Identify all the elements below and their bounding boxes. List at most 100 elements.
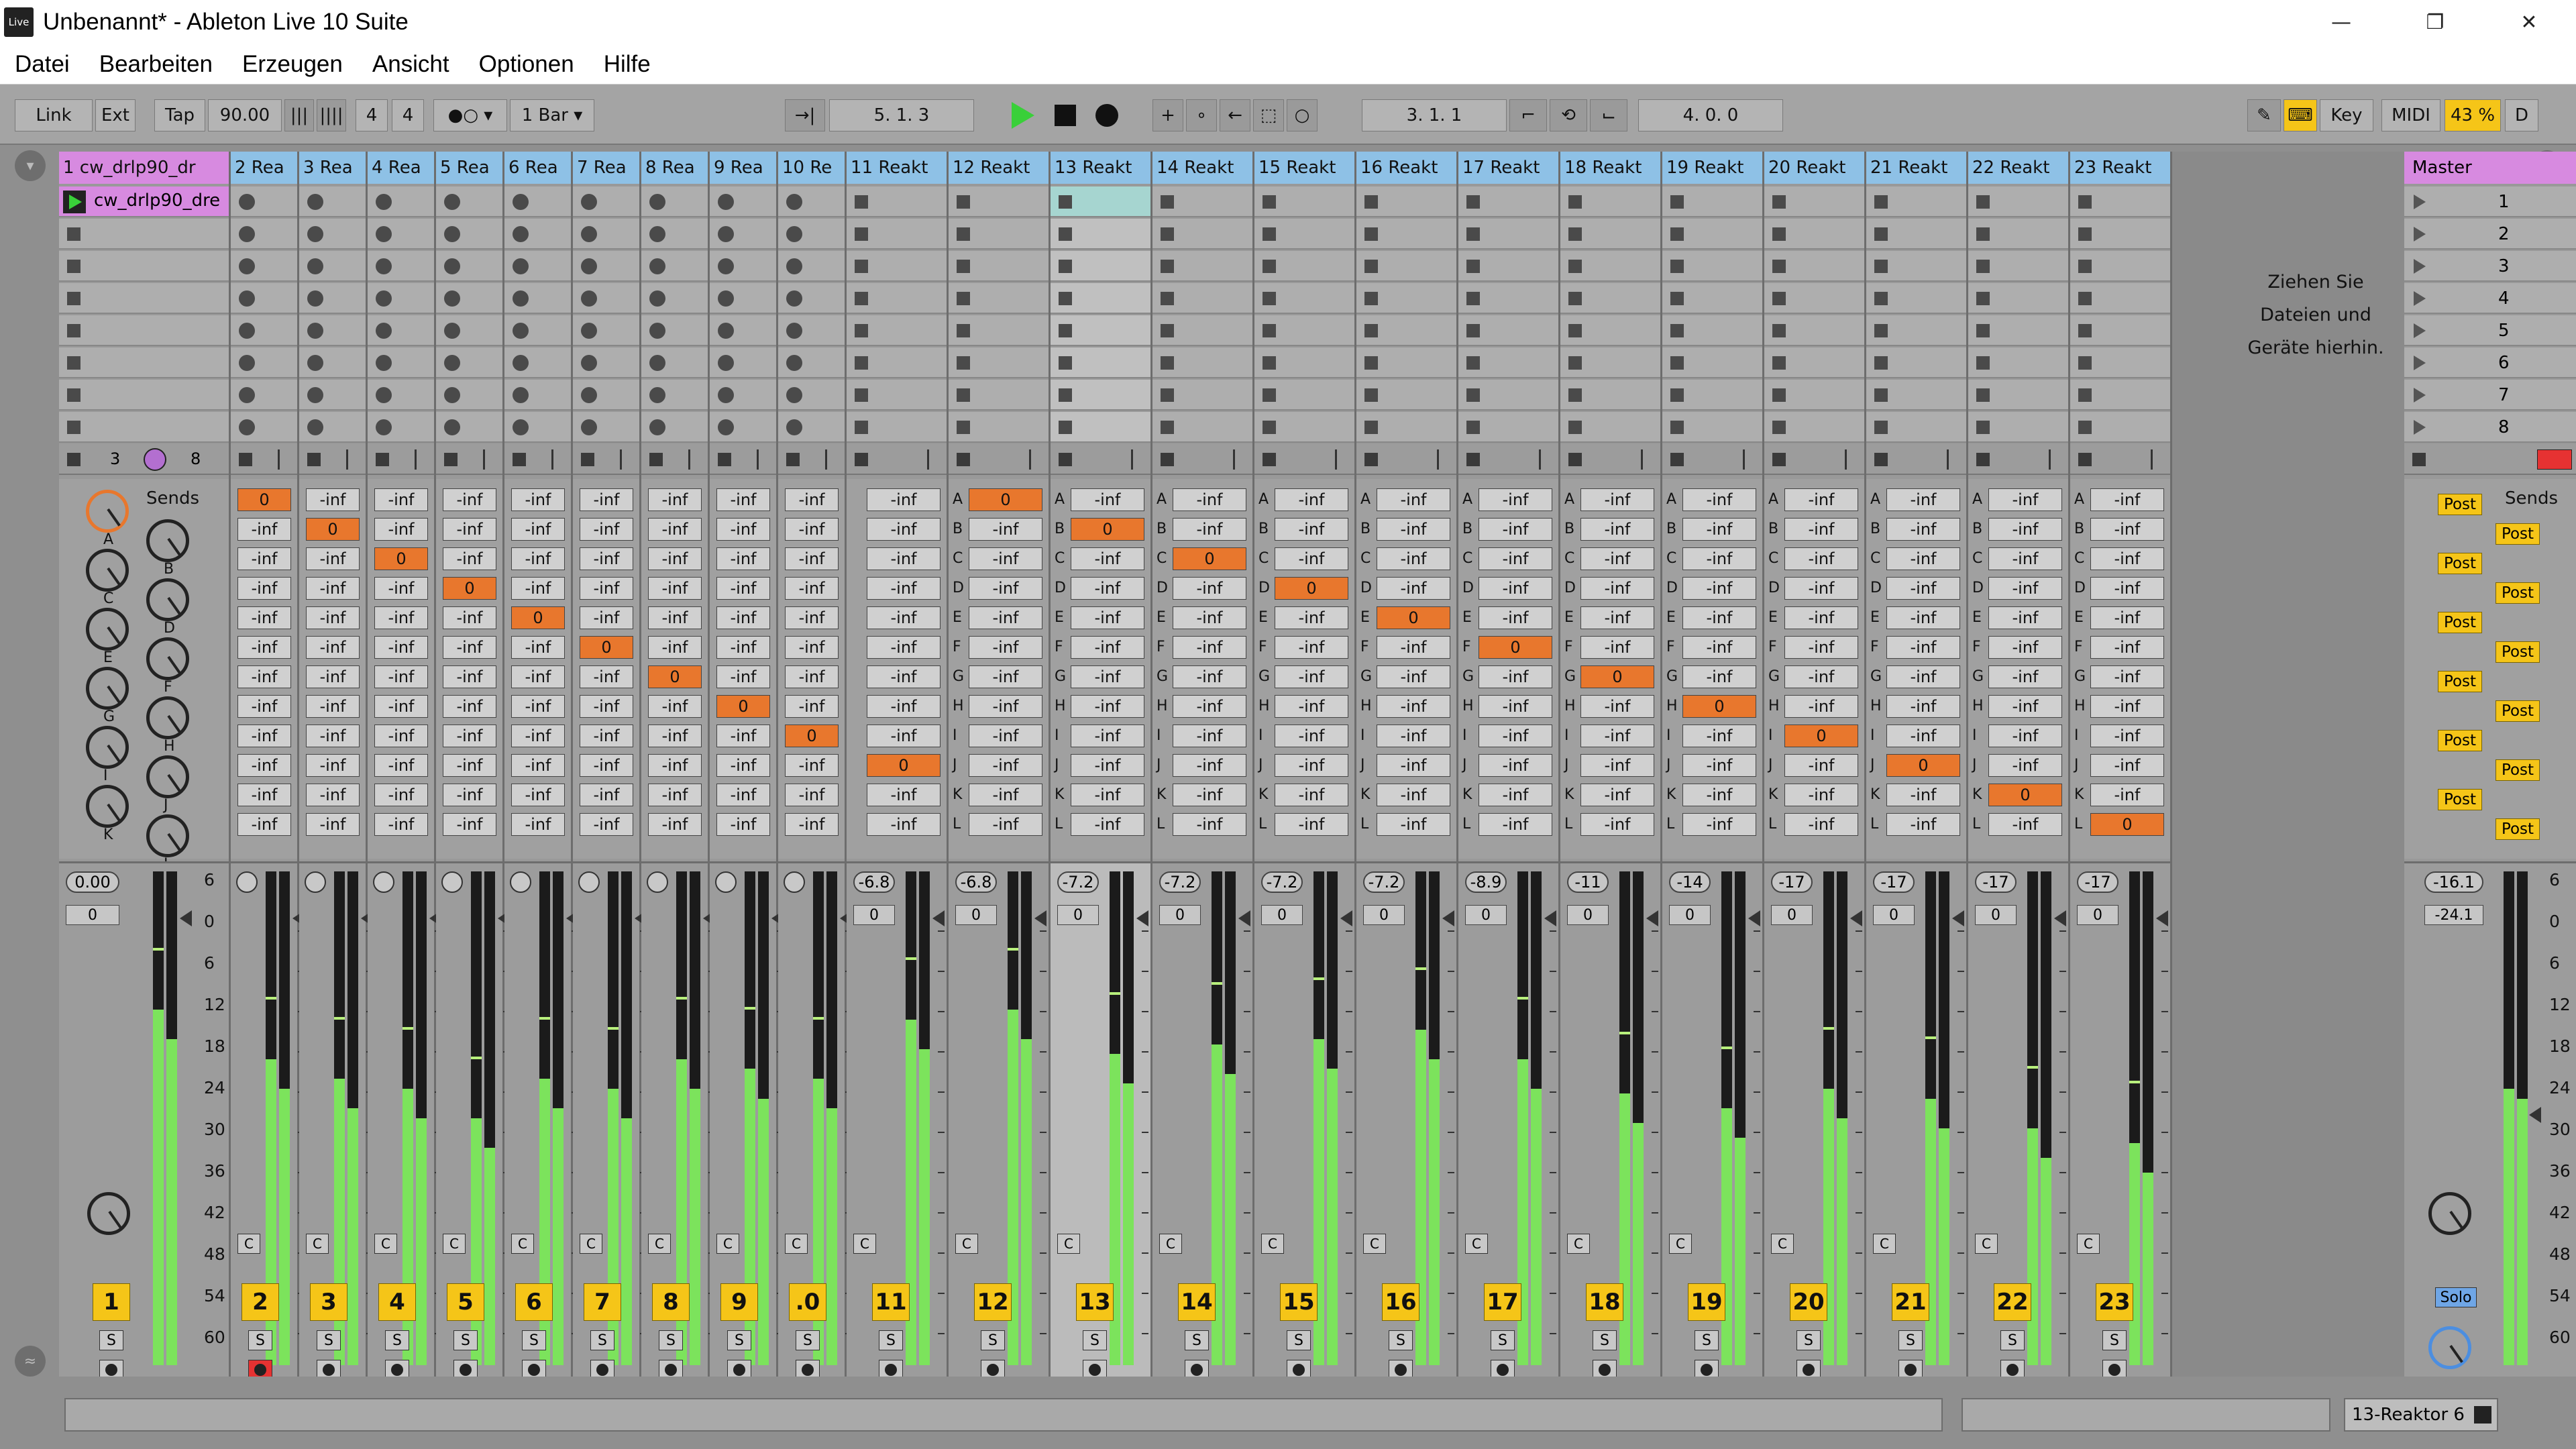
crossfade-assign-button[interactable]: C <box>237 1234 260 1254</box>
send-value[interactable]: -inf <box>306 695 360 718</box>
send-value[interactable]: -inf <box>785 488 839 511</box>
solo-button[interactable]: S <box>317 1330 341 1350</box>
menu-bearbeiten[interactable]: Bearbeiten <box>85 51 227 78</box>
clip-slot[interactable] <box>299 186 366 217</box>
send-value[interactable]: -inf <box>1275 665 1348 688</box>
clip-slot[interactable] <box>299 315 366 346</box>
send-value[interactable]: 0 <box>716 695 770 718</box>
send-value[interactable]: -inf <box>443 636 496 659</box>
track-header[interactable]: 6 Rea <box>504 152 571 184</box>
volume-readout[interactable]: -17 <box>1975 871 2017 893</box>
send-value[interactable]: -inf <box>1886 636 1960 659</box>
clip-slot[interactable] <box>1152 380 1252 411</box>
clip-slot[interactable] <box>1560 186 1660 217</box>
send-knob-a[interactable] <box>86 490 129 533</box>
volume-readout[interactable]: -6.8 <box>853 871 895 893</box>
send-value[interactable]: -inf <box>785 606 839 629</box>
clip-slot[interactable] <box>949 315 1049 346</box>
clip-slot[interactable] <box>573 219 639 250</box>
clip-slot[interactable] <box>1662 347 1762 378</box>
send-value[interactable]: -inf <box>443 724 496 747</box>
send-value[interactable]: -inf <box>867 636 941 659</box>
send-value[interactable]: -inf <box>1886 488 1960 511</box>
send-value[interactable]: -inf <box>1682 665 1756 688</box>
send-value[interactable]: -inf <box>1071 547 1144 570</box>
crossfade-assign-button[interactable]: C <box>1873 1234 1896 1254</box>
stop-all-clips[interactable] <box>2404 444 2576 475</box>
send-value[interactable]: -inf <box>580 813 633 836</box>
clip-slot[interactable] <box>1458 347 1558 378</box>
master-fader-handle[interactable] <box>2529 1107 2541 1123</box>
solo-button[interactable]: S <box>727 1330 751 1350</box>
menu-ansicht[interactable]: Ansicht <box>358 51 464 78</box>
send-value[interactable]: -inf <box>1173 754 1246 777</box>
clip-slot[interactable] <box>1968 251 2068 282</box>
send-value[interactable]: -inf <box>2090 784 2164 806</box>
send-value[interactable]: -inf <box>969 784 1042 806</box>
clip-slot[interactable] <box>1866 380 1966 411</box>
track-activator-button[interactable]: .0 <box>789 1283 826 1321</box>
pan-readout[interactable]: 0 <box>1057 905 1099 925</box>
send-value[interactable]: -inf <box>511 754 565 777</box>
solo-button[interactable]: S <box>1083 1330 1107 1350</box>
solo-button[interactable]: S <box>385 1330 409 1350</box>
send-value[interactable]: -inf <box>1275 695 1348 718</box>
clip-slot[interactable] <box>299 347 366 378</box>
clip-slot[interactable] <box>1458 219 1558 250</box>
volume-fader-handle[interactable] <box>1340 910 1352 926</box>
send-value[interactable]: -inf <box>511 724 565 747</box>
send-value[interactable]: -inf <box>1173 665 1246 688</box>
send-value[interactable]: -inf <box>969 518 1042 541</box>
send-value[interactable]: -inf <box>1071 784 1144 806</box>
send-value[interactable]: 0 <box>1682 695 1756 718</box>
send-value[interactable]: -inf <box>1071 665 1144 688</box>
solo-button[interactable]: S <box>796 1330 820 1350</box>
clip-slot[interactable] <box>1152 283 1252 314</box>
post-button[interactable]: Post <box>2496 641 2540 663</box>
send-value[interactable]: -inf <box>867 577 941 600</box>
send-value[interactable]: -inf <box>648 606 702 629</box>
solo-button[interactable]: S <box>2102 1330 2127 1350</box>
crossfade-assign-button[interactable]: C <box>853 1234 876 1254</box>
track-activator-button[interactable]: 22 <box>1994 1283 2031 1321</box>
send-value[interactable]: -inf <box>1682 636 1756 659</box>
punch-out-icon[interactable]: ⌙ <box>1590 99 1627 131</box>
clip-slot[interactable] <box>1458 283 1558 314</box>
clip-slot[interactable] <box>1254 251 1354 282</box>
volume-readout[interactable]: -7.2 <box>1363 871 1405 893</box>
send-value[interactable]: -inf <box>1071 488 1144 511</box>
clip-slot[interactable] <box>436 380 502 411</box>
send-value[interactable]: -inf <box>1479 606 1552 629</box>
close-button[interactable]: ✕ <box>2482 0 2576 44</box>
master-volume-readout[interactable]: -16.1 <box>2424 871 2483 893</box>
send-knob-e[interactable] <box>86 608 129 651</box>
send-value[interactable]: -inf <box>785 665 839 688</box>
solo-button[interactable]: S <box>99 1330 123 1350</box>
clip-slot[interactable] <box>2070 251 2170 282</box>
send-value[interactable]: -inf <box>716 518 770 541</box>
track-activator-button[interactable]: 8 <box>652 1283 690 1321</box>
pan-readout[interactable]: 0 <box>1363 905 1405 925</box>
send-value[interactable]: -inf <box>1988 695 2062 718</box>
send-value[interactable]: 0 <box>374 547 428 570</box>
clip-slot[interactable] <box>1764 347 1864 378</box>
send-value[interactable]: -inf <box>1580 547 1654 570</box>
send-value[interactable]: -inf <box>511 636 565 659</box>
volume-readout[interactable]: -17 <box>2077 871 2118 893</box>
send-value[interactable]: -inf <box>580 695 633 718</box>
clip-slot[interactable] <box>59 283 229 314</box>
monitor-circle-icon[interactable] <box>578 871 600 893</box>
track-activator-button[interactable]: 14 <box>1178 1283 1216 1321</box>
solo-button[interactable]: S <box>590 1330 614 1350</box>
clip-slot[interactable] <box>778 315 845 346</box>
clip-slot[interactable]: cw_drlp90_dre <box>59 186 229 217</box>
send-value[interactable]: -inf <box>1479 724 1552 747</box>
clip-slot[interactable] <box>1051 347 1150 378</box>
quantization-select[interactable]: 1 Bar ▾ <box>510 99 594 131</box>
send-knob-j[interactable] <box>146 755 189 798</box>
clip-slot[interactable] <box>710 251 776 282</box>
send-value[interactable]: 0 <box>969 488 1042 511</box>
clip-slot[interactable] <box>847 283 947 314</box>
clip-slot[interactable] <box>1458 186 1558 217</box>
send-value[interactable]: -inf <box>969 813 1042 836</box>
